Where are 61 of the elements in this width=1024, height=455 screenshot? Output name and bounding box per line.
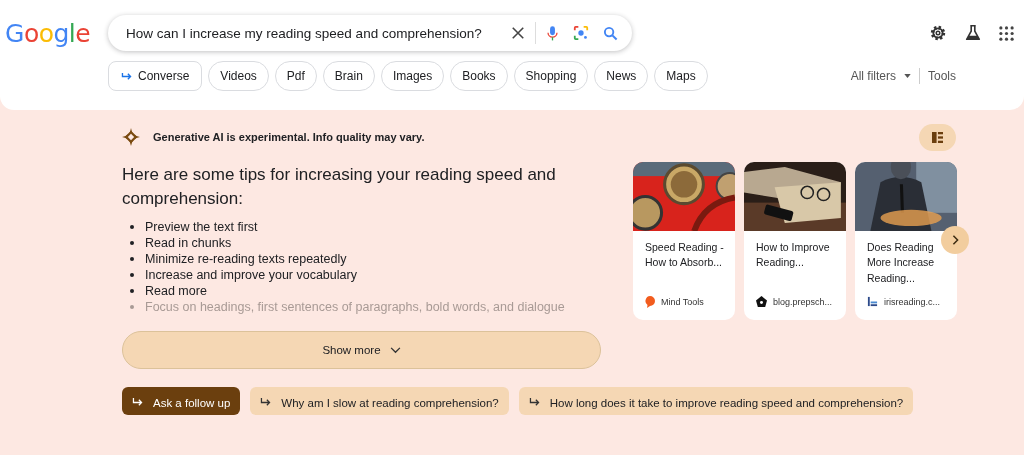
- bullet-icon: [130, 257, 134, 261]
- bullet-icon: [130, 225, 134, 229]
- sparkle-icon: [122, 128, 140, 146]
- search-field[interactable]: How can I increase my reading speed and comprehension?: [124, 24, 497, 42]
- source-title[interactable]: Does Reading More Increase Reading...: [855, 231, 957, 287]
- tip-item: Read more: [145, 283, 207, 299]
- follow-up-button[interactable]: Ask a follow up: [122, 387, 241, 415]
- chevron-down-icon: [389, 346, 401, 354]
- chevron-right-icon: [951, 235, 959, 245]
- reply-arrow-icon: [528, 398, 540, 407]
- tip-item: Increase and improve your vocabulary: [145, 267, 357, 283]
- filter-chip[interactable]: Maps: [654, 61, 708, 91]
- bullet-icon: [130, 273, 134, 277]
- filter-chip[interactable]: Shopping: [513, 61, 589, 91]
- search-icon[interactable]: [603, 25, 618, 41]
- all-filters-dropdown[interactable]: All filters: [850, 69, 911, 83]
- bullet-icon: [130, 241, 134, 245]
- layout-toggle-button[interactable]: [919, 124, 956, 151]
- next-arrow-button[interactable]: [941, 226, 969, 254]
- source-title[interactable]: Speed Reading - How to Absorb...: [633, 231, 735, 287]
- reply-arrow-icon: [121, 71, 132, 81]
- layout-icon: [932, 132, 943, 143]
- house-icon: [756, 296, 767, 307]
- camera-lens-icon[interactable]: [573, 25, 589, 41]
- flask-icon[interactable]: [964, 24, 982, 42]
- source-site: blog.prepsch...: [773, 296, 833, 307]
- filter-chip[interactable]: Videos: [208, 61, 269, 91]
- bullet-icon: [130, 289, 134, 293]
- reply-arrow-icon: [260, 398, 272, 407]
- filter-chip[interactable]: Books: [450, 61, 508, 91]
- filter-chip[interactable]: Images: [380, 61, 445, 91]
- settings-icon[interactable]: [929, 24, 947, 42]
- source-site: irisreading.c...: [884, 296, 941, 307]
- google-logo[interactable]: Google: [0, 18, 108, 48]
- filter-chip[interactable]: News: [594, 61, 649, 91]
- microphone-icon[interactable]: [546, 24, 559, 42]
- iris-logo-icon: [867, 296, 878, 307]
- apps-grid-icon[interactable]: [999, 25, 1014, 41]
- source-card[interactable]: Speed Reading - How to Absorb... Mind Tools: [633, 162, 735, 320]
- source-site: Mind Tools: [661, 297, 704, 307]
- show-more-button[interactable]: Show more: [122, 331, 601, 369]
- tip-item: Minimize re-reading texts repeatedly: [145, 251, 347, 267]
- source-card[interactable]: How to Improve Reading... blog.prepsch...: [744, 162, 846, 320]
- tip-item: Preview the text first: [145, 219, 258, 235]
- reply-arrow-icon: [132, 398, 143, 407]
- source-card[interactable]: Does Reading More Increase Reading... irisreading.c...: [855, 162, 957, 320]
- close-icon[interactable]: [511, 26, 525, 40]
- filter-chip[interactable]: Brain: [322, 61, 375, 91]
- suggestion-chip[interactable]: Why am I slow at reading comprehension?: [250, 387, 509, 415]
- filter-chip[interactable]: Pdf: [274, 61, 317, 91]
- converse-chip[interactable]: Converse: [108, 61, 203, 91]
- tools-button[interactable]: Tools: [928, 69, 956, 83]
- disclaimer-text: Generative AI is experimental. Info quality may vary.: [153, 131, 425, 143]
- suggestion-chip[interactable]: How long does it take to improve reading speed and comprehension?: [518, 387, 914, 415]
- dropdown-caret-icon: [904, 74, 911, 78]
- source-title[interactable]: How to Improve Reading...: [744, 231, 846, 287]
- bullet-icon: [130, 305, 134, 309]
- tip-item: Focus on headings, first sentences of paragraphs, bold words, and dialogue: [145, 299, 565, 315]
- speech-bubble-icon: [645, 296, 655, 308]
- answer-heading: Here are some tips for increasing your reading speed and comprehension:: [122, 164, 557, 210]
- tip-item: Read in chunks: [145, 235, 232, 251]
